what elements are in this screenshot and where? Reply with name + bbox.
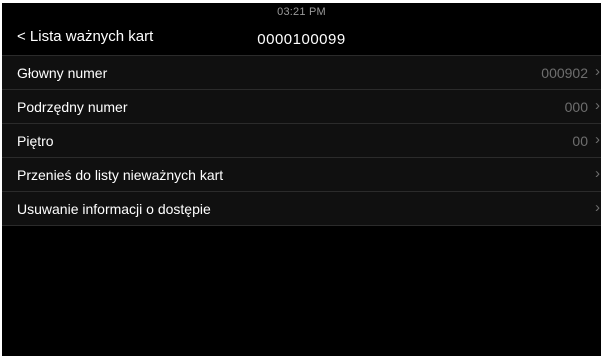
status-clock: 03:21 PM [277,6,326,18]
row-label: Piętro [17,133,54,149]
remove-access-info-row[interactable]: Usuwanie informacji o dostępie › [2,191,601,226]
row-value: 000902 [541,65,588,81]
settings-list: Głowny numer 000902 › Podrzędny numer 00… [2,55,601,226]
chevron-right-icon: › [595,131,600,148]
chevron-right-icon: › [595,165,600,182]
device-screen: < Lista ważnych kart 03:21 PM 0000100099… [2,3,601,356]
page-title: 0000100099 [257,31,346,48]
row-value: 00 [572,133,588,149]
row-label: Głowny numer [17,65,108,81]
move-to-invalid-list-row[interactable]: Przenieś do listy nieważnych kart › [2,157,601,191]
row-label: Podrzędny numer [17,99,128,115]
main-number-row[interactable]: Głowny numer 000902 › [2,55,601,89]
sub-number-row[interactable]: Podrzędny numer 000 › [2,89,601,123]
floor-row[interactable]: Piętro 00 › [2,123,601,157]
chevron-right-icon: › [595,97,600,114]
row-label: Usuwanie informacji o dostępie [17,201,211,217]
header-bar: < Lista ważnych kart 03:21 PM 0000100099 [2,3,601,55]
chevron-right-icon: › [595,63,600,80]
row-value: 000 [564,99,588,115]
row-label: Przenieś do listy nieważnych kart [17,167,224,183]
chevron-right-icon: › [595,199,600,216]
